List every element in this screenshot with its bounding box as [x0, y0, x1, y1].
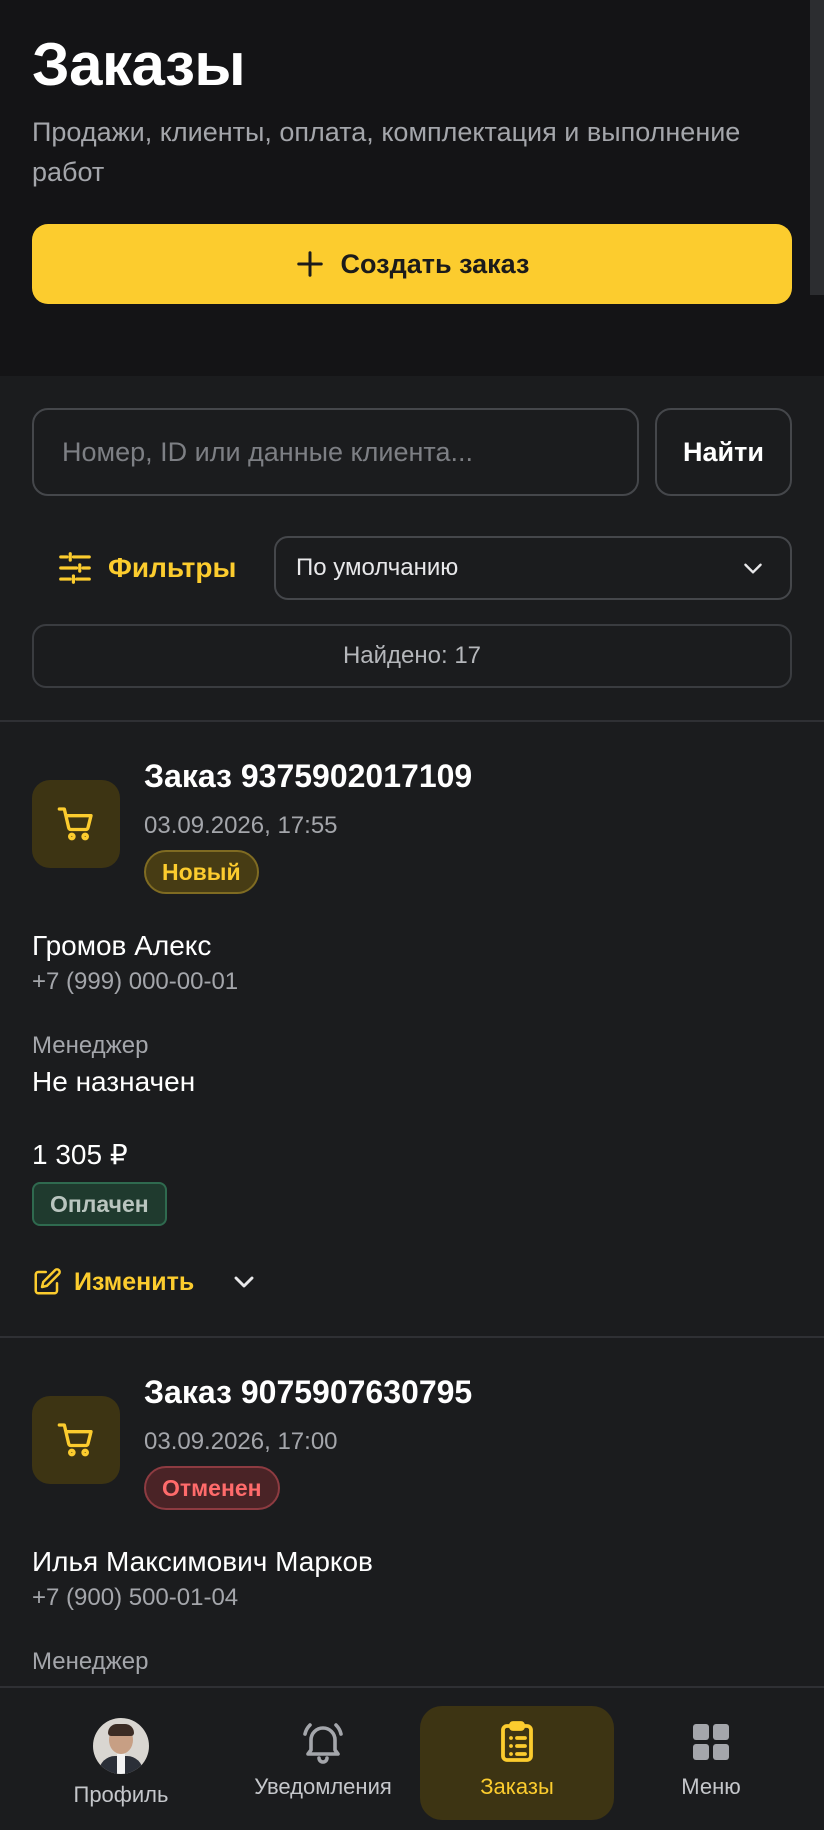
order-sum: 1 305 ₽: [32, 1139, 128, 1170]
order-card[interactable]: Заказ 9075907630795 03.09.2026, 17:00 От…: [0, 1338, 824, 1686]
order-title[interactable]: Заказ 9375902017109: [144, 758, 472, 795]
manager-value: Не назначен: [32, 1066, 196, 1097]
page-subtitle: Продажи, клиенты, оплата, комплектация и…: [32, 117, 741, 187]
nav-item-notifications[interactable]: Уведомления: [226, 1706, 420, 1820]
chevron-down-icon[interactable]: [228, 1266, 260, 1298]
bottom-nav: Профиль Уведомления Заказы Меню: [0, 1686, 824, 1830]
scrollbar[interactable]: [810, 0, 824, 295]
order-type-icon: [32, 780, 120, 868]
page-title: Заказы: [32, 31, 246, 98]
cart-icon: [57, 807, 93, 841]
payment-status-badge: Оплачен: [32, 1182, 167, 1226]
nav-item-profile[interactable]: Профиль: [24, 1706, 218, 1820]
sort-select[interactable]: По умолчанию: [274, 536, 792, 600]
order-date: 03.09.2026, 17:55: [144, 812, 338, 839]
sort-selected-value: По умолчанию: [296, 554, 459, 581]
client-name: Илья Максимович Марков: [32, 1546, 373, 1577]
manager-label: Менеджер: [32, 1648, 149, 1675]
search-button[interactable]: Найти: [655, 408, 792, 496]
avatar: [93, 1718, 149, 1774]
plus-icon: [296, 251, 323, 277]
clipboard-list-icon: [501, 1721, 533, 1762]
cart-icon: [57, 1423, 93, 1457]
nav-item-orders[interactable]: Заказы: [420, 1706, 614, 1820]
nav-label-menu: Меню: [681, 1774, 741, 1799]
nav-label-orders: Заказы: [480, 1774, 554, 1799]
order-date: 03.09.2026, 17:00: [144, 1428, 338, 1455]
create-order-label: Создать заказ: [340, 248, 530, 279]
client-name: Громов Алекс: [32, 930, 212, 961]
status-badge: Отменен: [144, 1466, 280, 1510]
client-phone: +7 (999) 000-00-01: [32, 968, 239, 995]
edit-icon: [34, 1268, 61, 1295]
sliders-icon: [59, 552, 91, 584]
order-card[interactable]: Заказ 9375902017109 03.09.2026, 17:55 Но…: [0, 722, 824, 1336]
nav-label-notifications: Уведомления: [254, 1774, 392, 1799]
order-title[interactable]: Заказ 9075907630795: [144, 1374, 472, 1411]
bell-icon: [303, 1723, 343, 1764]
edit-order-label: Изменить: [74, 1267, 195, 1296]
client-phone: +7 (900) 500-01-04: [32, 1584, 239, 1611]
create-order-button[interactable]: Создать заказ: [32, 224, 792, 304]
status-badge: Новый: [144, 850, 259, 894]
edit-order-button[interactable]: Изменить: [32, 1260, 194, 1304]
nav-item-menu[interactable]: Меню: [614, 1706, 808, 1820]
chevron-down-icon: [744, 563, 762, 574]
order-type-icon: [32, 1396, 120, 1484]
grid-icon: [693, 1724, 729, 1760]
filters-label: Фильтры: [108, 552, 237, 583]
manager-label: Менеджер: [32, 1032, 149, 1059]
search-input[interactable]: [32, 408, 639, 496]
results-count: Найдено: 17: [32, 624, 792, 688]
nav-label-profile: Профиль: [73, 1782, 169, 1807]
page-header: Заказы Продажи, клиенты, оплата, комплек…: [0, 0, 824, 376]
filters-button[interactable]: Фильтры: [56, 537, 236, 599]
